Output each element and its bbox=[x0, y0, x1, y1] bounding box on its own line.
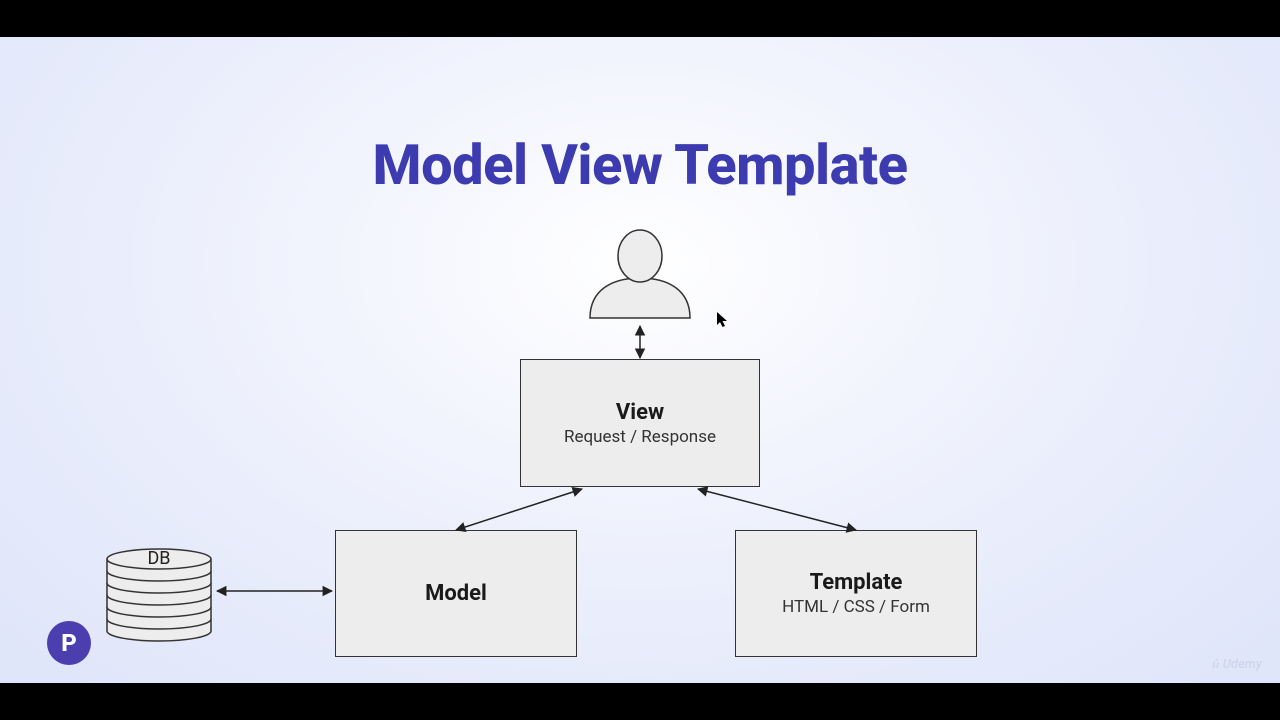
view-subtitle: Request / Response bbox=[564, 427, 716, 447]
slide-canvas: Model View Template View Request / Respo… bbox=[0, 37, 1280, 683]
view-title: View bbox=[616, 400, 664, 425]
template-title: Template bbox=[810, 570, 903, 595]
template-subtitle: HTML / CSS / Form bbox=[782, 597, 930, 617]
model-box: Model bbox=[335, 530, 577, 657]
brand-watermark: û Udemy bbox=[1212, 656, 1262, 672]
logo-badge: P bbox=[47, 621, 91, 665]
template-box: Template HTML / CSS / Form bbox=[735, 530, 977, 657]
slide-title: Model View Template bbox=[0, 132, 1280, 198]
logo-letter: P bbox=[61, 629, 77, 657]
view-box: View Request / Response bbox=[520, 359, 760, 487]
model-title: Model bbox=[425, 581, 487, 606]
